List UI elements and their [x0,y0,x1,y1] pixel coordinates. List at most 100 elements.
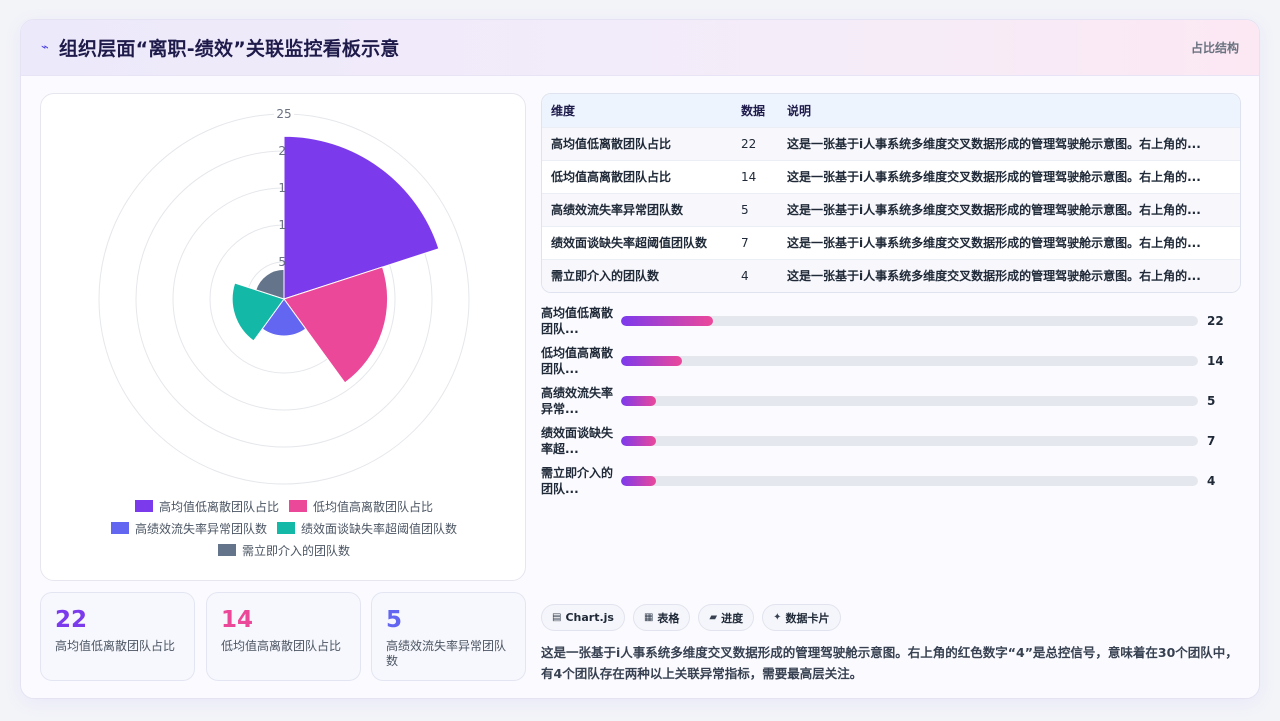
progress-value: 4 [1207,474,1216,488]
data-table: 维度 数据 说明 高均值低离散团队占比 22 这是一张基于i人事系统多维度交叉数… [542,94,1240,292]
progress-fill [621,356,682,366]
cell-value: 7 [732,225,778,259]
column-header: 数据 [741,103,766,118]
table-header-row: 维度 数据 说明 [542,94,1240,127]
radial-tick-label: 1 [278,181,286,195]
progress-label: 高均值低离散 团队... [541,306,614,336]
legend-item[interactable]: 高均值低离散团队占比 [134,498,279,514]
progress-track [621,436,1198,446]
legend-swatch [217,544,236,556]
progress-value: 22 [1207,314,1224,328]
cell-dimension: 需立即介入的团队数 [542,258,732,292]
legend-item[interactable]: 低均值高离散团队占比 [289,498,433,514]
table-row[interactable]: 绩效面谈缺失率超阈值团队数 7 这是一张基于i人事系统多维度交叉数据形成的管理驾… [542,225,1240,259]
legend-swatch [110,522,129,534]
radial-tick-label: 25 [276,107,291,121]
progress-row: 绩效面谈缺失 率超... 7 [541,423,1241,459]
chip-progress[interactable]: ▰ 进度 [698,604,755,631]
legend-label: 高绩效流失率异常团队数 [134,521,267,536]
legend-swatch [134,500,153,512]
cell-description: 这是一张基于i人事系统多维度交叉数据形成的管理驾驶舱示意图。右上角的... [778,192,1240,226]
radial-tick-label: 1 [278,218,286,232]
stat-value: 14 [221,607,254,633]
progress-fill [621,316,714,326]
dashboard-header: ⌁ 组织层面“离职-绩效”关联监控看板示意 占比结构 [21,20,1259,76]
polar-chart-panel: 5 1 1 2 25 高均值低离散团队占比 低均值高离散团队占比高绩效流失率异常团队数 绩效… [40,93,526,581]
progress-fill [621,396,656,406]
progress-fill [621,476,656,486]
column-header: 说明 [787,103,812,118]
progress-label: 低均值高离散 团队... [541,346,614,376]
progress-icon: ▰ [709,612,718,623]
table-row[interactable]: 需立即介入的团队数 4 这是一张基于i人事系统多维度交叉数据形成的管理驾驶舱示意… [542,258,1240,292]
progress-value: 14 [1207,354,1224,368]
dashboard-card: ⌁ 组织层面“离职-绩效”关联监控看板示意 占比结构 5 1 1 2 25 高均值低离散… [20,19,1260,699]
legend-swatch [277,522,295,534]
progress-row: 高均值低离散 团队... 22 [541,303,1241,339]
stat-label: 低均值高离散团队占比 [221,639,342,653]
progress-track [621,396,1198,406]
stat-cards: 22 高均值低离散团队占比 14 低均值高离散团队占比 5 高绩效流失率异常团队… [40,592,526,682]
legend-label: 低均值高离散团队占比 [313,499,434,514]
chip-label: 进度 [721,611,744,625]
legend-item[interactable]: 需立即介入的团队数 [217,542,350,558]
chip-chartjs[interactable]: ▤ Chart.js [541,604,625,631]
legend-label: 高均值低离散团队占比 [158,499,279,514]
stat-label: 高绩效流失率异常团队数 [386,639,507,668]
cell-dimension: 高均值低离散团队占比 [542,126,732,160]
stat-card: 5 高绩效流失率异常团队数 [371,592,526,681]
cell-description: 这是一张基于i人事系统多维度交叉数据形成的管理驾驶舱示意图。右上角的... [778,258,1240,292]
progress-label: 高绩效流失率 异常... [541,386,614,416]
legend-swatch [289,500,307,512]
structure-tag[interactable]: 占比结构 [1191,39,1239,56]
legend-item[interactable]: 高绩效流失率异常团队数 [110,520,267,536]
polar-area-chart[interactable]: 5 1 1 2 25 [41,94,527,494]
chip-table[interactable]: ▦ 表格 [632,604,691,631]
description-note: 这是一张基于i人事系统多维度交叉数据形成的管理驾驶舱示意图。右上角的红色数字“4… [541,645,1238,681]
chart-legend: 高均值低离散团队占比 低均值高离散团队占比高绩效流失率异常团队数 绩效面谈缺失率超阈… [41,498,527,558]
cell-description: 这是一张基于i人事系统多维度交叉数据形成的管理驾驶舱示意图。右上角的... [778,225,1240,259]
table-row[interactable]: 高均值低离散团队占比 22 这是一张基于i人事系统多维度交叉数据形成的管理驾驶舱… [542,126,1240,160]
page-title: 组织层面“离职-绩效”关联监控看板示意 [58,38,400,60]
stat-label: 高均值低离散团队占比 [55,639,176,653]
cell-dimension: 低均值高离散团队占比 [542,159,732,193]
cell-value: 5 [732,192,778,226]
progress-label: 需立即介入的 团队... [541,466,614,496]
progress-row: 低均值高离散 团队... 14 [541,343,1241,379]
chip-label: 数据卡片 [785,611,830,625]
table-icon: ▦ [643,612,654,623]
chip-label: Chart.js [565,611,614,624]
cell-dimension: 绩效面谈缺失率超阈值团队数 [542,225,732,259]
column-header: 维度 [551,103,576,118]
progress-row: 需立即介入的 团队... 4 [541,463,1241,499]
title-group: ⌁ 组织层面“离职-绩效”关联监控看板示意 [41,34,400,61]
progress-value: 5 [1207,394,1216,408]
legend-item[interactable]: 绩效面谈缺失率超阈值团队数 [277,520,457,536]
stat-value: 5 [386,607,403,633]
progress-track [621,316,1198,326]
legend-label: 绩效面谈缺失率超阈值团队数 [301,521,458,536]
progress-track [621,356,1198,366]
progress-value: 7 [1207,434,1216,448]
cell-value: 22 [732,126,778,160]
radial-tick-label: 5 [278,255,286,269]
feature-chips: ▤ Chart.js ▦ 表格 ▰ 进度 ✦ 数据卡片 [541,604,841,631]
stat-card: 14 低均值高离散团队占比 [206,592,361,681]
cell-dimension: 高绩效流失率异常团队数 [542,192,732,226]
chip-label: 表格 [657,611,680,625]
legend-label: 需立即介入的团队数 [241,543,350,558]
cell-value: 14 [732,159,778,193]
lightning-icon: ⌁ [41,40,49,55]
table-row[interactable]: 高绩效流失率异常团队数 5 这是一张基于i人事系统多维度交叉数据形成的管理驾驶舱… [542,192,1240,226]
progress-fill [621,436,656,446]
cell-value: 4 [732,258,778,292]
table-row[interactable]: 低均值高离散团队占比 14 这是一张基于i人事系统多维度交叉数据形成的管理驾驶舱… [542,159,1240,193]
radial-tick-label: 2 [278,144,286,158]
stat-value: 22 [55,607,88,633]
sparkle-icon: ✦ [773,612,782,623]
progress-row: 高绩效流失率 异常... 5 [541,383,1241,419]
chart-icon: ▤ [552,612,562,623]
progress-track [621,476,1198,486]
chip-data-card[interactable]: ✦ 数据卡片 [762,604,841,631]
data-table-panel: 维度 数据 说明 高均值低离散团队占比 22 这是一张基于i人事系统多维度交叉数… [541,93,1241,293]
